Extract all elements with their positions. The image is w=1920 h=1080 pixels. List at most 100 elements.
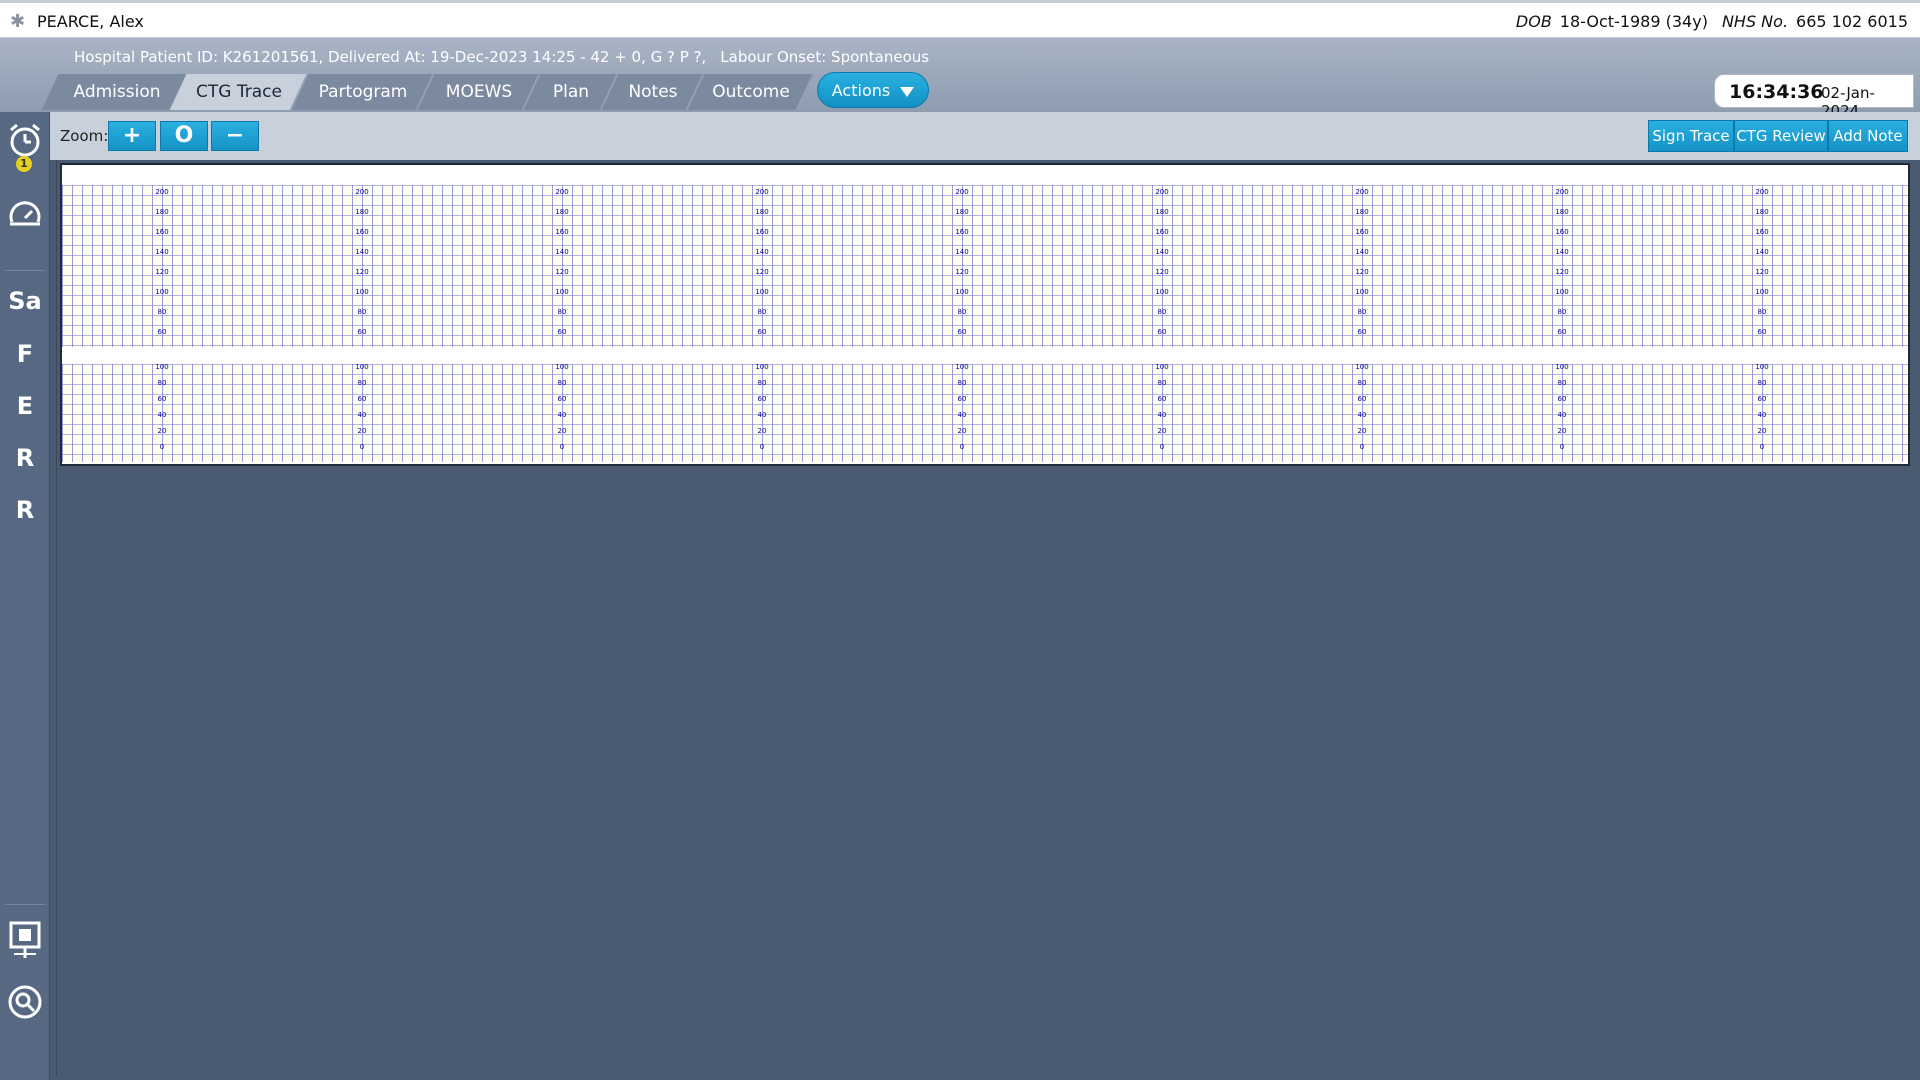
episode-details: Hospital Patient ID: K261201561, Deliver…: [74, 48, 707, 66]
fhr-scale-label: 120: [555, 268, 569, 276]
sidebar-item-f[interactable]: F: [0, 340, 50, 368]
sidebar-divider: [5, 904, 45, 905]
toco-scale-label: 40: [1757, 411, 1767, 419]
tab-plan[interactable]: Plan: [523, 74, 619, 110]
fhr-scale-label: 80: [157, 308, 167, 316]
fhr-scale-label: 100: [355, 288, 369, 296]
sidebar-item-r1[interactable]: R: [0, 444, 50, 472]
toco-scale-label: 80: [757, 379, 767, 387]
toco-scale-label: 0: [959, 443, 965, 451]
fhr-scale-label: 140: [555, 248, 569, 256]
alarm-count-badge: 1: [16, 156, 32, 172]
tab-admission[interactable]: Admission: [41, 74, 193, 110]
fhr-scale-label: 140: [1155, 248, 1169, 256]
fhr-scale-label: 80: [757, 308, 767, 316]
fhr-scale-label: 200: [1355, 188, 1369, 196]
fhr-scale-label: 180: [1155, 208, 1169, 216]
toco-scale-label: 80: [1157, 379, 1167, 387]
toco-scale-label: 60: [357, 395, 367, 403]
zoom-in-button[interactable]: +: [108, 121, 156, 151]
toco-scale-label: 0: [559, 443, 565, 451]
toco-scale-label: 100: [1155, 363, 1169, 371]
fhr-scale-label: 200: [1755, 188, 1769, 196]
fhr-scale-label: 160: [555, 228, 569, 236]
fhr-scale-label: 80: [357, 308, 367, 316]
fhr-scale-label: 200: [155, 188, 169, 196]
tab-ctg-trace[interactable]: CTG Trace: [169, 74, 309, 110]
ctg-trace-paper[interactable]: 200 180 160 140 120 100 80 60 200 180 160 140 120 100…: [60, 163, 1910, 466]
fhr-scale-label: 100: [755, 288, 769, 296]
toco-scale-label: 60: [1157, 395, 1167, 403]
sidebar-item-r2[interactable]: R: [0, 496, 50, 524]
search-icon[interactable]: [0, 984, 50, 1028]
sidebar-item-e[interactable]: E: [0, 392, 50, 420]
fhr-scale-label: 60: [157, 328, 167, 336]
toco-scale-label: 40: [1557, 411, 1567, 419]
fhr-scale-label: 120: [1555, 268, 1569, 276]
toco-scale-label: 60: [1357, 395, 1367, 403]
nhs-label: NHS No.: [1721, 12, 1789, 31]
add-note-button[interactable]: Add Note: [1828, 120, 1908, 152]
toco-scale-label: 60: [1757, 395, 1767, 403]
fhr-scale-label: 120: [355, 268, 369, 276]
actions-dropdown-button[interactable]: Actions: [817, 72, 929, 108]
fhr-scale-label: 140: [1555, 248, 1569, 256]
fhr-scale-label: 60: [757, 328, 767, 336]
toco-scale-label: 80: [1757, 379, 1767, 387]
toco-scale-label: 0: [1559, 443, 1565, 451]
sidebar-item-sa[interactable]: Sa: [0, 287, 50, 315]
zoom-out-button[interactable]: −: [211, 121, 259, 151]
fhr-scale-label: 160: [1755, 228, 1769, 236]
fhr-scale-label: 200: [955, 188, 969, 196]
fhr-scale-label: 200: [755, 188, 769, 196]
fhr-scale-label: 160: [355, 228, 369, 236]
fhr-scale-label: 180: [1355, 208, 1369, 216]
current-time: 16:34:36: [1729, 81, 1824, 103]
fhr-scale-label: 60: [1757, 328, 1767, 336]
labour-onset: Labour Onset: Spontaneous: [720, 48, 930, 66]
sign-trace-button[interactable]: Sign Trace: [1648, 120, 1734, 152]
tab-notes[interactable]: Notes: [601, 74, 705, 110]
toco-scale-label: 40: [957, 411, 967, 419]
toco-scale-label: 80: [157, 379, 167, 387]
fhr-scale-label: 140: [1355, 248, 1369, 256]
tab-outcome[interactable]: Outcome: [687, 74, 815, 110]
left-sidebar: 1 Sa F E R R: [0, 112, 50, 1080]
patient-header-bar: ✱ PEARCE, Alex DOB 18-Oct-1989 (34y) NHS N…: [0, 0, 1920, 38]
toco-scale-label: 60: [757, 395, 767, 403]
toco-scale-label: 100: [955, 363, 969, 371]
toco-scale-label: 20: [157, 427, 167, 435]
presentation-icon[interactable]: [0, 920, 50, 964]
toco-scale-label: 20: [1757, 427, 1767, 435]
fhr-scale-label: 120: [1355, 268, 1369, 276]
toco-scale-label: 20: [1557, 427, 1567, 435]
fhr-scale-label: 180: [755, 208, 769, 216]
tab-partogram[interactable]: Partogram: [291, 74, 435, 110]
toco-scale-label: 60: [957, 395, 967, 403]
toco-scale-label: 0: [359, 443, 365, 451]
toco-scale-label: 100: [755, 363, 769, 371]
toco-scale-label: 60: [157, 395, 167, 403]
fhr-scale-label: 140: [1755, 248, 1769, 256]
toco-scale-label: 100: [555, 363, 569, 371]
ctg-review-button[interactable]: CTG Review: [1734, 120, 1828, 152]
toco-scale-label: 80: [1357, 379, 1367, 387]
toco-scale-label: 20: [1357, 427, 1367, 435]
dob-value: 18-Oct-1989 (34y): [1559, 12, 1708, 31]
toco-scale-label: 40: [157, 411, 167, 419]
tab-moews[interactable]: MOEWS: [417, 74, 541, 110]
toco-scale-label: 60: [1557, 395, 1567, 403]
fhr-scale-label: 140: [155, 248, 169, 256]
fhr-scale-label: 180: [1555, 208, 1569, 216]
fhr-scale-label: 160: [1555, 228, 1569, 236]
toco-scale-label: 100: [1555, 363, 1569, 371]
fhr-scale-label: 160: [955, 228, 969, 236]
zoom-reset-button[interactable]: O: [160, 121, 208, 151]
speedometer-icon[interactable]: [0, 198, 50, 242]
toco-scale-label: 80: [557, 379, 567, 387]
fhr-scale-label: 180: [1755, 208, 1769, 216]
fhr-scale-label: 180: [155, 208, 169, 216]
toco-scale-label: 20: [757, 427, 767, 435]
toco-scale-label: 20: [957, 427, 967, 435]
fhr-strip: 200 180 160 140 120 100 80 60 200 180 160 140 120 100…: [62, 185, 1908, 347]
